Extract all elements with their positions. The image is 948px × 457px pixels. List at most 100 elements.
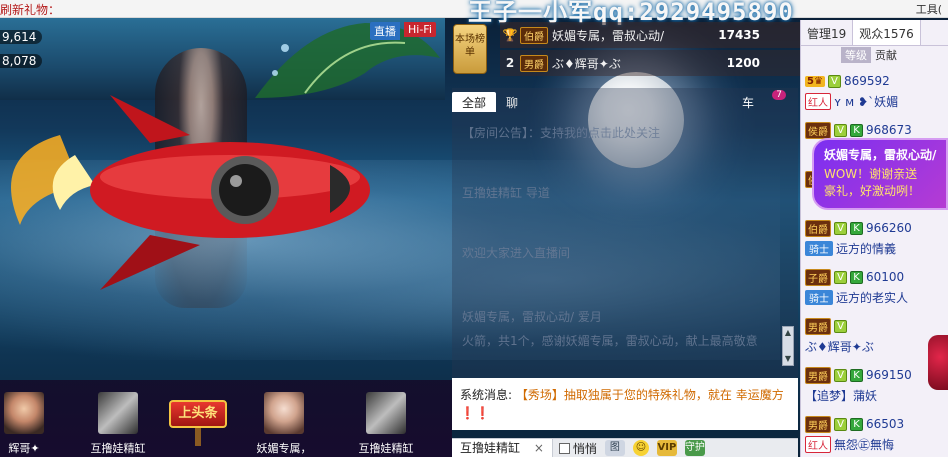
chat-line: 欢迎大家进入直播间 xyxy=(462,246,571,260)
rank-number: 2 xyxy=(505,56,515,70)
user-id[interactable]: 966260 xyxy=(866,221,912,235)
hifi-badge[interactable]: Hi-Fi xyxy=(404,22,436,37)
avatar[interactable] xyxy=(366,392,406,434)
vip-badge: V xyxy=(834,319,847,333)
user-name[interactable]: 無怨㊣無悔 xyxy=(834,436,894,453)
close-icon[interactable]: × xyxy=(534,441,544,455)
system-message-label: 系统消息: xyxy=(460,388,513,402)
noble-badge: 侯爵 xyxy=(805,121,831,139)
system-message: 系统消息: 【秀场】抽取独属于您的特殊礼物，就在 幸运魔方 ❗❗ xyxy=(452,378,798,430)
gift-sender-name: 互撸娃精缸 xyxy=(358,442,414,455)
noble-badge: 男爵 xyxy=(805,317,831,335)
tools-menu-fragment[interactable]: 工具( xyxy=(916,1,942,17)
rank-trophy-icon: 🏆 xyxy=(502,28,518,42)
user-id[interactable]: 968673 xyxy=(866,123,912,137)
rank-score: 1200 xyxy=(726,56,760,70)
emoji-icon[interactable]: ☺ xyxy=(632,440,649,456)
counter-top: 9,614 xyxy=(0,30,43,44)
whisper-label: 悄悄 xyxy=(572,441,597,456)
k-badge: K xyxy=(850,221,863,235)
tab-viewers[interactable]: 观众1576 xyxy=(852,20,921,45)
noble-badge: 子爵 xyxy=(805,268,831,286)
tab-chat[interactable]: 聊 xyxy=(496,92,528,112)
user-name[interactable]: 远方的情義 xyxy=(836,240,896,257)
k-badge: K xyxy=(850,270,863,284)
audience-header: 等级 贡献 xyxy=(801,46,948,64)
bubble-sender: 妖媚专属，雷叔心动/ xyxy=(824,148,937,162)
user-id[interactable]: 66503 xyxy=(866,417,904,431)
noble-badge: 伯爵 xyxy=(520,26,548,44)
tab-all[interactable]: 全部 xyxy=(452,92,497,112)
chat-target-tab[interactable]: 互撸娃精缸 × xyxy=(452,438,553,457)
chat-panel: 全部 聊 车 7 【房间公告】：支持我的点击此处关注 互撸娃精缸 导道 欢迎大家… xyxy=(452,88,798,378)
avatar[interactable] xyxy=(4,392,44,434)
rank-name[interactable]: 妖媚专属，雷叔心动/ xyxy=(552,27,664,44)
chat-scrollbar[interactable]: ▲ ▼ xyxy=(782,326,794,366)
guard-icon[interactable]: 守护 xyxy=(684,440,705,456)
noble-badge: 伯爵 xyxy=(805,219,831,237)
session-rank-badge[interactable]: 本场榜单 xyxy=(453,24,487,74)
system-message-body[interactable]: 【秀场】抽取独属于您的特殊礼物，就在 幸运魔方 xyxy=(516,388,784,402)
gift-sender[interactable]: 互撸娃精缸 xyxy=(350,392,422,455)
noble-badge: 男爵 xyxy=(520,54,548,72)
rank-name[interactable]: ぶ♦辉哥✦ぶ xyxy=(552,55,621,72)
vip-badge: V xyxy=(827,74,841,88)
gift-sender-name: 互撸娃精缸 xyxy=(90,442,146,455)
gift-sender-name: 妖媚专属， xyxy=(256,442,312,455)
audience-row[interactable]: 5♛ V 869592 红人 ʏ ᴍ ❥`妖媚 xyxy=(805,72,947,112)
user-name[interactable]: ぶ♦辉哥✦ぶ xyxy=(805,338,874,355)
rocket-gift-animation xyxy=(11,95,370,290)
user-id[interactable]: 869592 xyxy=(844,74,890,88)
avatar[interactable] xyxy=(264,392,304,434)
rank-score: 17435 xyxy=(718,28,760,42)
headline-label: 上头条 xyxy=(169,400,227,428)
vip-badge: V xyxy=(834,417,847,431)
car-button[interactable]: 车 7 xyxy=(742,90,786,110)
whisper-checkbox[interactable]: 悄悄 xyxy=(558,440,597,457)
avatar[interactable] xyxy=(98,392,138,434)
chat-line: 妖媚专属，雷叔心动/ 爱月 xyxy=(462,310,602,324)
vip-icon[interactable]: VIP xyxy=(656,440,677,456)
user-name[interactable]: 远方的老实人 xyxy=(836,289,908,306)
audience-row[interactable]: 男爵 V K 969150 【追梦】蒲妖 xyxy=(805,366,947,406)
checkbox-icon[interactable] xyxy=(558,442,570,454)
counter-bottom: 8,078 xyxy=(0,54,43,68)
audience-tabs: 管理19 观众1576 xyxy=(801,20,948,46)
image-icon[interactable]: 图 xyxy=(604,440,625,456)
status-badge: 红人 xyxy=(805,435,831,453)
user-name[interactable]: 【追梦】蒲妖 xyxy=(805,387,877,404)
headline-sign-button[interactable]: 上头条 xyxy=(165,390,231,446)
car-icon: 车 xyxy=(742,96,755,110)
vip-badge: V xyxy=(834,270,847,284)
contribution-column: 贡献 xyxy=(875,49,897,62)
audience-row[interactable]: 男爵 V ぶ♦辉哥✦ぶ xyxy=(805,317,947,357)
scroll-down-icon[interactable]: ▼ xyxy=(783,353,793,365)
bubble-text-1: WOW！谢谢亲送 xyxy=(824,167,918,181)
user-name[interactable]: ʏ ᴍ ❥`妖媚 xyxy=(834,93,898,110)
noble-badge: 男爵 xyxy=(805,415,831,433)
vip-badge: V xyxy=(834,221,847,235)
k-badge: K xyxy=(850,417,863,431)
status-badge: 红人 xyxy=(805,92,831,110)
gift-sender[interactable]: 妖媚专属， xyxy=(248,392,320,455)
rank-row[interactable]: 2 男爵 ぶ♦辉哥✦ぶ 1200 xyxy=(500,50,800,76)
user-id[interactable]: 60100 xyxy=(866,270,904,284)
rank-row[interactable]: 🏆 伯爵 妖媚专属，雷叔心动/ 17435 xyxy=(500,22,800,48)
audience-row[interactable]: 伯爵 V K 966260 骑士 远方的情義 xyxy=(805,219,947,259)
audience-row[interactable]: 男爵 V K 66503 红人 無怨㊣無悔 xyxy=(805,415,947,455)
k-badge: K xyxy=(850,123,863,137)
gift-sender-name: 辉哥✦ xyxy=(8,442,40,455)
tab-admins[interactable]: 管理19 xyxy=(801,20,852,45)
bubble-text-2: 豪礼，好激动咧！ xyxy=(824,184,921,198)
chat-tabs: 全部 聊 xyxy=(452,92,528,112)
gift-sender[interactable]: 辉哥✦ xyxy=(0,392,60,455)
level-column: 等级 xyxy=(841,47,871,63)
chat-input-bar: 互撸娃精缸 × 悄悄 图 ☺ VIP 守护 xyxy=(452,438,798,457)
crown-icon: 5♛ xyxy=(805,75,825,87)
user-id[interactable]: 969150 xyxy=(866,368,912,382)
audience-row[interactable]: 子爵 V K 60100 骑士 远方的老实人 xyxy=(805,268,947,308)
gift-sender[interactable]: 互撸娃精缸 xyxy=(82,392,154,455)
live-badge[interactable]: 直播 xyxy=(370,22,400,40)
knight-badge: 骑士 xyxy=(805,240,833,256)
scroll-up-icon[interactable]: ▲ xyxy=(783,327,793,339)
